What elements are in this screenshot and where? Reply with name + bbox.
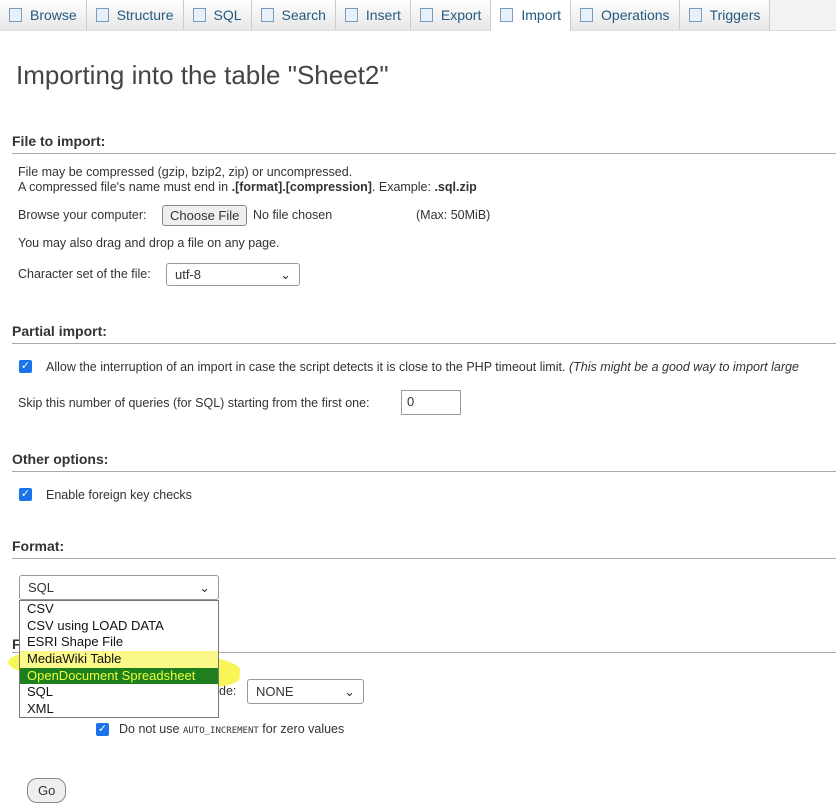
search-icon — [260, 8, 274, 22]
browse-label: Browse your computer: — [18, 208, 147, 222]
format-option-highlighted[interactable]: OpenDocument Spreadsheet — [20, 667, 218, 685]
drag-note: You may also drag and drop a file on any… — [18, 236, 280, 250]
skip-queries-input[interactable]: 0 — [401, 390, 461, 415]
triggers-icon — [688, 8, 702, 22]
tab-triggers[interactable]: Triggers — [679, 0, 771, 30]
auto-increment-label: Do not use AUTO_INCREMENT for zero value… — [119, 722, 345, 736]
tab-sql[interactable]: SQL — [183, 0, 252, 30]
browse-icon — [9, 8, 22, 22]
tab-browse[interactable]: Browse — [0, 0, 87, 30]
format-dropdown-list[interactable]: CSV CSV using LOAD DATA ESRI Shape File … — [19, 600, 219, 718]
foreign-key-checkbox[interactable]: ✓ — [19, 488, 32, 501]
charset-label: Character set of the file: — [18, 267, 151, 281]
chevron-down-icon: ⌄ — [280, 266, 291, 282]
import-icon — [500, 8, 514, 22]
compression-example: A compressed file's name must end in .[f… — [18, 180, 477, 194]
sql-icon — [192, 8, 206, 22]
allow-interrupt-checkbox[interactable]: ✓ — [19, 360, 32, 373]
format-option[interactable]: SQL — [20, 684, 218, 701]
format-option[interactable]: CSV — [20, 601, 218, 618]
wrench-icon — [580, 8, 594, 22]
page-title: Importing into the table "Sheet2" — [16, 60, 389, 90]
export-icon — [419, 8, 433, 22]
allow-interrupt-label: Allow the interruption of an import in c… — [46, 360, 799, 374]
max-size: (Max: 50MiB) — [416, 208, 491, 222]
tab-structure[interactable]: Structure — [86, 0, 184, 30]
tab-import[interactable]: Import — [491, 0, 572, 31]
compression-note: File may be compressed (gzip, bzip2, zip… — [18, 165, 353, 179]
insert-icon — [344, 8, 358, 22]
tab-insert[interactable]: Insert — [335, 0, 411, 30]
file-section-heading: File to import: — [12, 133, 836, 154]
sql-mode-select[interactable]: NONE ⌄ — [247, 679, 364, 704]
format-select[interactable]: SQL ⌄ — [19, 575, 219, 600]
choose-file-button[interactable]: Choose File — [162, 205, 248, 226]
foreign-key-label: Enable foreign key checks — [46, 488, 192, 502]
format-option[interactable]: MediaWiki Table — [20, 651, 218, 668]
other-section-heading: Other options: — [12, 451, 836, 472]
skip-label: Skip this number of queries (for SQL) st… — [18, 396, 370, 410]
format-option[interactable]: XML — [20, 701, 218, 718]
charset-select[interactable]: utf-8 ⌄ — [166, 263, 300, 286]
chevron-down-icon: ⌄ — [199, 579, 210, 595]
file-status: No file chosen — [253, 208, 333, 222]
tab-export[interactable]: Export — [410, 0, 492, 30]
partial-section-heading: Partial import: — [12, 323, 836, 344]
format-option[interactable]: ESRI Shape File — [20, 634, 218, 651]
tab-search[interactable]: Search — [251, 0, 336, 30]
structure-icon — [95, 8, 109, 22]
chevron-down-icon: ⌄ — [344, 683, 355, 699]
format-section-heading: Format: — [12, 538, 836, 559]
tab-bar: Browse Structure SQL Search Insert Expor… — [0, 0, 836, 31]
auto-increment-checkbox[interactable]: ✓ — [96, 723, 109, 736]
tab-operations[interactable]: Operations — [571, 0, 680, 30]
format-option[interactable]: CSV using LOAD DATA — [20, 618, 218, 635]
